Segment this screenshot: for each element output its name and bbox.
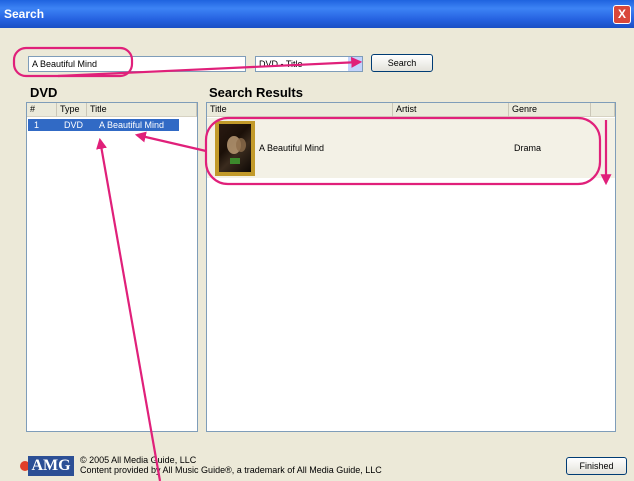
cover-artwork bbox=[219, 124, 251, 172]
cover-figure bbox=[236, 138, 246, 152]
dvd-row-title: A Beautiful Mind bbox=[99, 120, 165, 130]
search-input[interactable]: A Beautiful Mind bbox=[28, 56, 246, 72]
column-header-title[interactable]: Title bbox=[87, 103, 197, 117]
search-results-list[interactable]: Title Artist Genre A Beautiful Mind Dram… bbox=[206, 102, 616, 432]
close-button[interactable]: X bbox=[613, 5, 631, 24]
dvd-list[interactable]: # Type Title 1 DVD A Beautiful Mind bbox=[26, 102, 198, 432]
dvd-heading: DVD bbox=[30, 85, 58, 100]
cover-detail bbox=[230, 158, 240, 164]
title-bar[interactable]: Search X bbox=[0, 0, 634, 28]
column-header-number[interactable]: # bbox=[27, 103, 57, 117]
column-header-genre[interactable]: Genre bbox=[509, 103, 591, 117]
chevron-down-icon[interactable]: ▼ bbox=[348, 57, 362, 71]
window-title: Search bbox=[4, 7, 45, 21]
search-button[interactable]: Search bbox=[371, 54, 433, 72]
logo-text: AMG bbox=[28, 456, 74, 476]
dvd-row-type: DVD bbox=[64, 120, 84, 130]
dvd-row-number: 1 bbox=[34, 120, 40, 130]
column-header-result-title[interactable]: Title bbox=[207, 103, 393, 117]
copyright-text: © 2005 All Media Guide, LLC bbox=[80, 455, 197, 465]
search-results-heading: Search Results bbox=[209, 85, 303, 100]
search-type-select[interactable]: DVD - Title ▼ bbox=[255, 56, 363, 72]
dvd-cover-image bbox=[215, 121, 255, 176]
result-title: A Beautiful Mind bbox=[259, 143, 325, 153]
column-header-filler bbox=[591, 103, 615, 117]
result-genre: Drama bbox=[514, 143, 542, 153]
dvd-list-row[interactable]: 1 DVD A Beautiful Mind bbox=[28, 119, 179, 131]
column-header-artist[interactable]: Artist bbox=[393, 103, 509, 117]
content-credit-text: Content provided by All Music Guide®, a … bbox=[80, 465, 382, 475]
search-type-value: DVD - Title bbox=[259, 59, 303, 69]
finished-button[interactable]: Finished bbox=[566, 457, 627, 475]
amg-logo: AMG bbox=[20, 456, 74, 476]
column-header-type[interactable]: Type bbox=[57, 103, 87, 117]
result-row[interactable]: A Beautiful Mind Drama bbox=[207, 118, 615, 178]
